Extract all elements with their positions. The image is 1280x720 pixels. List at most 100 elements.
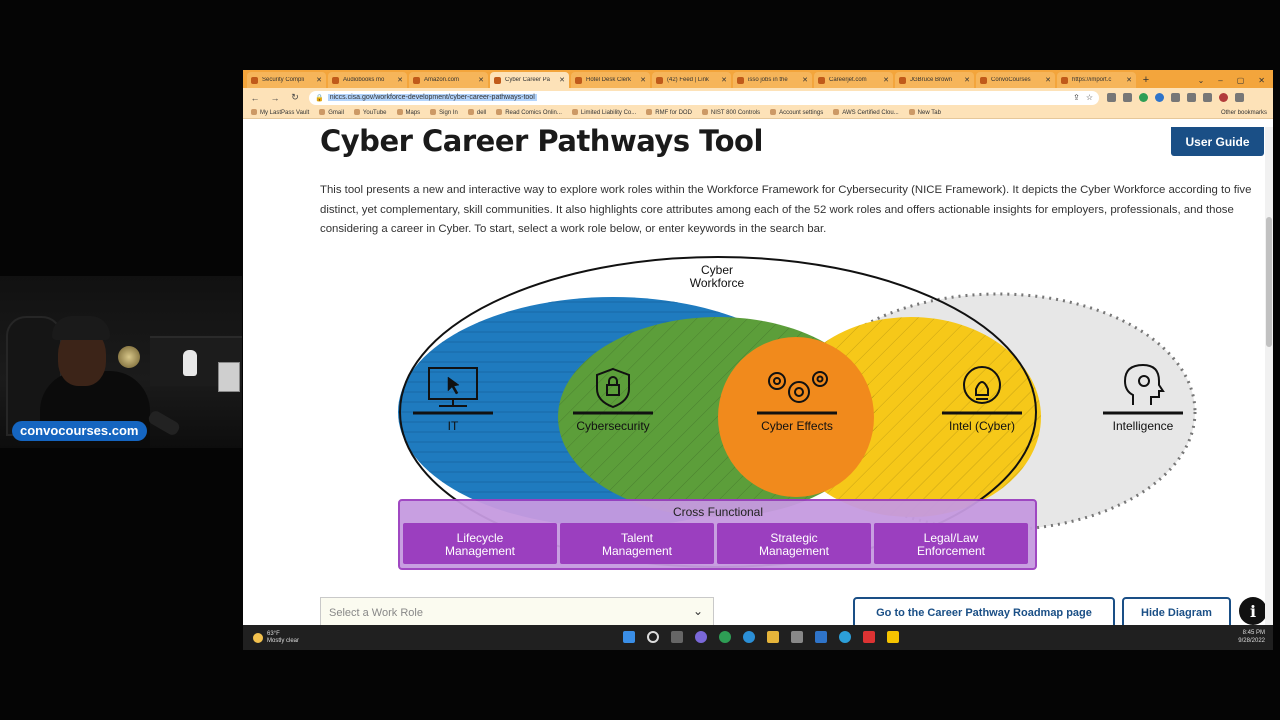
tab-bar: Security Compli ✕ Audiobooks mo ✕ Amazon.com…	[243, 70, 1273, 88]
bookmark-item[interactable]: New Tab	[909, 109, 941, 116]
tab-close-icon[interactable]: ✕	[316, 76, 322, 84]
bookmark-item[interactable]: NIST 800 Controls	[702, 109, 760, 116]
tab-title: JGBruce Brown	[910, 77, 953, 83]
extension-icon[interactable]	[1123, 93, 1132, 102]
tab-favicon-icon	[1061, 76, 1068, 84]
bookmark-item[interactable]: Limited Liability Co...	[572, 109, 636, 116]
browser-tab[interactable]: Careerjet.com ✕	[814, 72, 893, 88]
bookmark-item[interactable]: YouTube	[354, 109, 387, 116]
back-icon[interactable]: ←	[249, 93, 261, 103]
presenter-cap	[52, 316, 110, 340]
tab-close-icon[interactable]: ✕	[964, 76, 970, 84]
bookmark-item[interactable]: Sign In	[430, 109, 458, 116]
cross-functional-item-label: Legal/Law	[924, 531, 979, 545]
browser-tab[interactable]: JGBruce Brown ✕	[895, 72, 974, 88]
share-icon[interactable]: ⇪	[1073, 93, 1080, 102]
extension-icon[interactable]	[1139, 93, 1148, 102]
bookmark-item[interactable]: Read Comics Onlin...	[496, 109, 562, 116]
scrollbar[interactable]	[1265, 127, 1273, 625]
store-icon[interactable]	[791, 631, 803, 643]
lock-icon[interactable]: 🔒	[315, 94, 324, 102]
work-role-select[interactable]: Select a Work Role ⌄	[320, 597, 714, 625]
scrollbar-thumb[interactable]	[1266, 217, 1272, 347]
bookmark-item[interactable]: Account settings	[770, 109, 823, 116]
hide-diagram-button[interactable]: Hide Diagram	[1122, 597, 1231, 625]
chrome-icon[interactable]	[719, 631, 731, 643]
tab-close-icon[interactable]: ✕	[1126, 76, 1132, 84]
tab-title: Cyber Career Pa	[505, 77, 551, 83]
mail-icon[interactable]	[815, 631, 827, 643]
puzzle-icon[interactable]	[1171, 93, 1180, 102]
bookmark-item[interactable]: Maps	[397, 109, 421, 116]
browser-tab[interactable]: Audiobooks mo ✕	[328, 72, 407, 88]
tab-close-icon[interactable]: ✕	[478, 76, 484, 84]
bookmark-item[interactable]: My LastPass Vault	[251, 109, 309, 116]
browser-tab[interactable]: https://import.c ✕	[1057, 72, 1136, 88]
tab-title: (42) Feed | Link	[667, 77, 709, 83]
tab-close-icon[interactable]: ✕	[1045, 76, 1051, 84]
extension-icon[interactable]	[1107, 93, 1116, 102]
community-label-it[interactable]: IT	[448, 419, 459, 433]
edge-icon[interactable]	[743, 631, 755, 643]
media-icon[interactable]	[1187, 93, 1196, 102]
info-icon[interactable]: i	[1239, 597, 1267, 625]
weather-widget[interactable]: 63°F Mostly clear	[243, 631, 299, 645]
sticky-notes-icon[interactable]	[887, 631, 899, 643]
browser-tab[interactable]: (42) Feed | Link ✕	[652, 72, 731, 88]
file-explorer-icon[interactable]	[767, 631, 779, 643]
menu-icon[interactable]	[1235, 93, 1244, 102]
tab-close-icon[interactable]: ✕	[883, 76, 889, 84]
system-clock[interactable]: 8:45 PM 9/28/2022	[1238, 629, 1265, 645]
extension-icons	[1107, 93, 1244, 102]
tab-search-icon[interactable]: ⌄	[1198, 76, 1205, 85]
task-view-icon[interactable]	[671, 631, 683, 643]
community-label-cyber-effects[interactable]: Cyber Effects	[761, 419, 833, 433]
tab-close-icon[interactable]: ✕	[721, 76, 727, 84]
career-roadmap-button[interactable]: Go to the Career Pathway Roadmap page	[853, 597, 1115, 625]
tab-close-icon[interactable]: ✕	[640, 76, 646, 84]
chevron-down-icon[interactable]: ⌄	[693, 604, 703, 618]
tab-close-icon[interactable]: ✕	[397, 76, 403, 84]
tab-title: Hotel Desk Clerk	[586, 77, 632, 83]
browser-tab[interactable]: Cyber Career Pa ✕	[490, 72, 569, 88]
community-label-intelligence[interactable]: Intelligence	[1113, 419, 1174, 433]
start-icon[interactable]	[623, 631, 635, 643]
community-label-cybersecurity[interactable]: Cybersecurity	[576, 419, 649, 433]
background-monitor	[218, 362, 240, 392]
tab-favicon-icon	[251, 76, 258, 84]
browser-tab[interactable]: Security Compli ✕	[247, 72, 326, 88]
browser-tab[interactable]: Amazon.com ✕	[409, 72, 488, 88]
new-tab-button[interactable]: +	[1138, 72, 1154, 88]
tab-close-icon[interactable]: ✕	[559, 76, 565, 84]
extension-icon[interactable]	[1155, 93, 1164, 102]
tab-close-icon[interactable]: ✕	[802, 76, 808, 84]
teams-icon[interactable]	[695, 631, 707, 643]
bookmark-item[interactable]: AWS Certified Clou...	[833, 109, 898, 116]
forward-icon[interactable]: →	[269, 93, 281, 103]
weather-temp: 63°F	[267, 630, 280, 637]
reload-icon[interactable]: ↻	[289, 92, 301, 103]
cyber-effects-region[interactable]	[718, 337, 874, 497]
bookmark-item[interactable]: RMF for DOD	[646, 109, 692, 116]
community-label-intel-cyber[interactable]: Intel (Cyber)	[949, 419, 1015, 433]
search-icon[interactable]	[647, 631, 659, 643]
office-icon[interactable]	[863, 631, 875, 643]
bookmark-item[interactable]: dell	[468, 109, 486, 116]
browser-tab[interactable]: Hotel Desk Clerk ✕	[571, 72, 650, 88]
app-icon[interactable]	[839, 631, 851, 643]
minimize-button[interactable]: –	[1218, 76, 1222, 85]
cyber-workforce-label-2: Workforce	[690, 276, 745, 290]
close-window-button[interactable]: ✕	[1258, 76, 1265, 85]
side-panel-icon[interactable]	[1203, 93, 1212, 102]
other-bookmarks[interactable]: Other bookmarks	[1221, 110, 1267, 116]
maximize-button[interactable]: ▢	[1237, 76, 1245, 85]
profile-avatar[interactable]	[1219, 93, 1228, 102]
bookmark-item[interactable]: Gmail	[319, 109, 344, 116]
bookmark-star-icon[interactable]: ☆	[1086, 93, 1093, 102]
tab-favicon-icon	[494, 76, 501, 84]
browser-tab[interactable]: isso jobs in the ✕	[733, 72, 812, 88]
browser-tab[interactable]: ConvoCourses ✕	[976, 72, 1055, 88]
url-field[interactable]: 🔒 niccs.cisa.gov/workforce-development/c…	[309, 90, 1099, 105]
windows-taskbar: 63°F Mostly clear 8:45 PM 9/28/2022	[243, 625, 1273, 650]
tab-favicon-icon	[818, 76, 825, 84]
